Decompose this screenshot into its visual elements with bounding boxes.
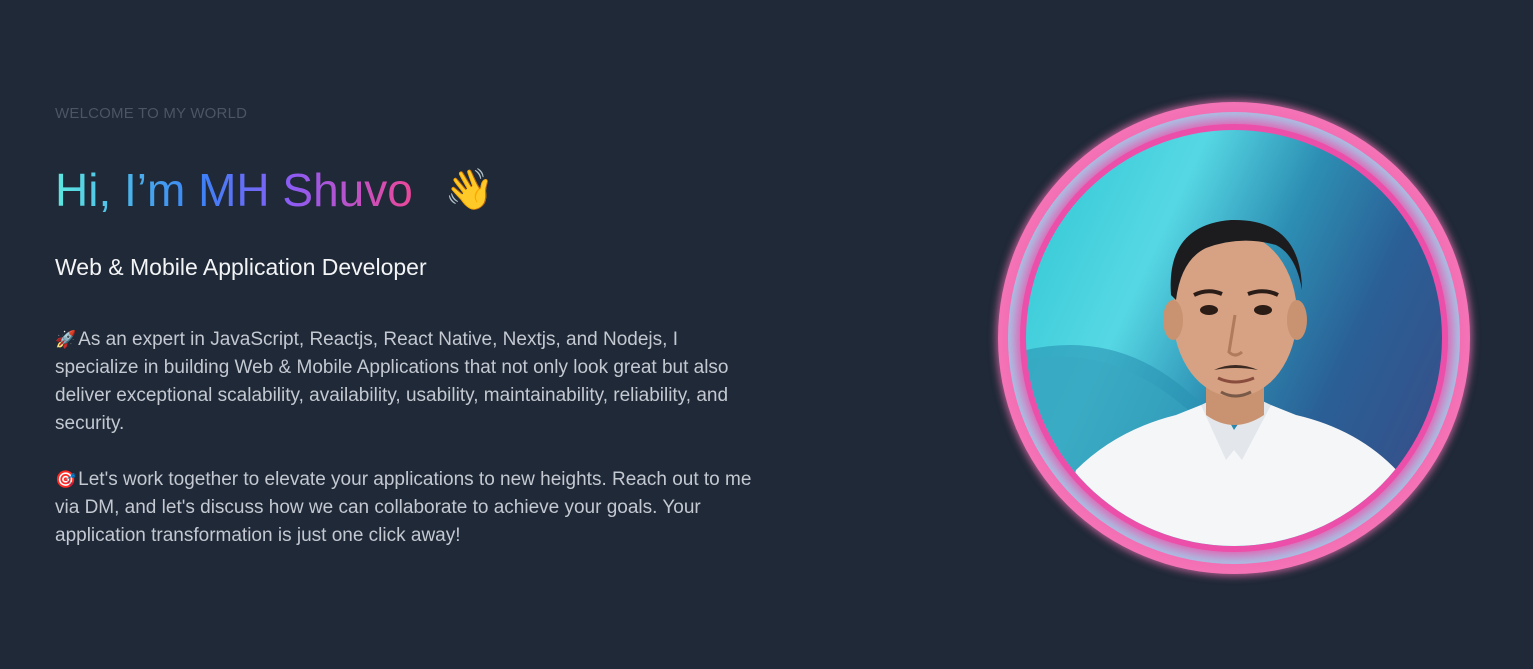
profile-photo: [1026, 130, 1442, 546]
bio-paragraph: 🚀 As an expert in JavaScript, Reactjs, Re…: [55, 326, 755, 438]
profile-avatar: [998, 102, 1470, 574]
role-subtitle: Web & Mobile Application Developer: [55, 254, 427, 280]
rocket-icon: 🚀: [55, 330, 77, 349]
target-icon: 🎯: [55, 470, 77, 489]
headline-row: Hi, I’m MH Shuvo 👋: [55, 162, 755, 218]
eyebrow-text: WELCOME TO MY WORLD: [55, 105, 248, 122]
bio-paragraph: 🎯 Let's work together to elevate your app…: [55, 466, 755, 550]
bio: 🚀 As an expert in JavaScript, Reactjs, Re…: [55, 326, 755, 550]
waving-hand-icon: 👋: [444, 168, 495, 212]
bio-paragraph-text: As an expert in JavaScript, Reactjs, Rea…: [55, 329, 729, 434]
profile-photo-illustration: [1026, 219, 1416, 546]
page-title: Hi, I’m MH Shuvo: [55, 164, 413, 216]
hero-text-column: WELCOME TO MY WORLD Hi, I’m MH Shuvo 👋 W…: [55, 104, 755, 550]
bio-paragraph-text: Let's work together to elevate your appl…: [55, 469, 752, 546]
hero-section: WELCOME TO MY WORLD Hi, I’m MH Shuvo 👋 W…: [0, 0, 1533, 669]
